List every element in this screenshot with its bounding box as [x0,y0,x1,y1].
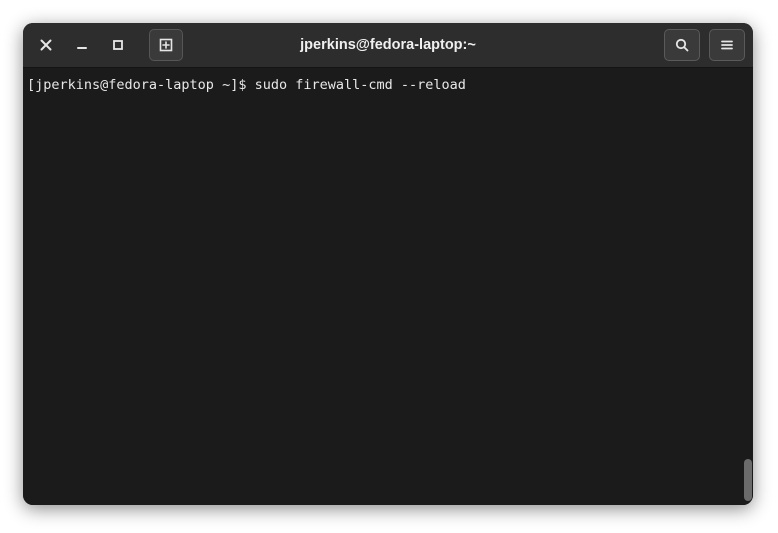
shell-prompt: [jperkins@fedora-laptop ~]$ [27,77,255,93]
scrollbar-thumb[interactable] [744,459,752,501]
minimize-icon [76,39,88,51]
shell-command: sudo firewall-cmd --reload [255,77,466,93]
minimize-button[interactable] [67,30,97,60]
close-button[interactable] [31,30,61,60]
titlebar: jperkins@fedora-laptop:~ [23,23,753,68]
terminal-window: jperkins@fedora-laptop:~ [jperkins@fedor… [23,23,753,505]
toolbar-right [664,29,745,61]
terminal-body[interactable]: [jperkins@fedora-laptop ~]$ sudo firewal… [23,68,753,505]
menu-button[interactable] [709,29,745,61]
new-tab-icon [158,37,174,53]
new-tab-button[interactable] [149,29,183,61]
search-icon [674,37,690,53]
terminal-line: [jperkins@fedora-laptop ~]$ sudo firewal… [23,68,753,94]
maximize-button[interactable] [103,30,133,60]
close-icon [40,39,52,51]
hamburger-icon [719,37,735,53]
maximize-icon [112,39,124,51]
scrollbar[interactable] [743,68,753,505]
search-button[interactable] [664,29,700,61]
